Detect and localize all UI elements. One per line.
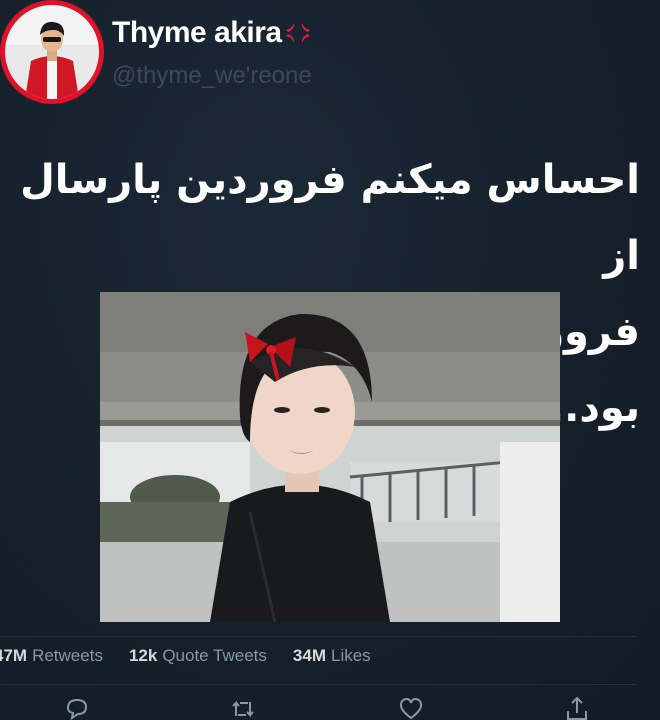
quote-tweets-count: 12k (128, 646, 158, 665)
tweet-card: Thyme akira @thyme_we'reone احساس میکنم … (0, 0, 660, 720)
quote-tweets-label: Quote Tweets (162, 646, 267, 665)
retweets-stat[interactable]: 47M Retweets (0, 646, 103, 666)
retweets-label: Retweets (32, 646, 103, 665)
avatar-image (5, 5, 99, 99)
tweet-actions-bar (0, 694, 660, 720)
anger-symbol-icon (284, 19, 312, 47)
display-name[interactable]: Thyme akira (112, 16, 312, 50)
likes-label: Likes (331, 646, 371, 665)
likes-stat[interactable]: 34M Likes (293, 646, 371, 666)
engagement-stats: 47M Retweets 12k Quote Tweets 34M Likes (0, 641, 397, 671)
divider (0, 684, 636, 685)
tweet-media-image[interactable] (100, 292, 560, 622)
divider (0, 636, 636, 637)
like-icon[interactable] (396, 694, 426, 720)
avatar[interactable] (0, 0, 104, 104)
user-handle[interactable]: @thyme_we'reone (112, 62, 312, 90)
likes-count: 34M (292, 646, 326, 665)
retweets-count: 47M (0, 646, 28, 665)
tweet-text-line-1: احساس میکنم فروردین پارسال از (20, 157, 640, 279)
quote-tweets-stat[interactable]: 12k Quote Tweets (129, 646, 267, 666)
retweet-icon[interactable] (228, 694, 258, 720)
share-icon[interactable] (562, 694, 592, 720)
display-name-text: Thyme akira (112, 16, 282, 49)
reply-icon[interactable] (62, 694, 92, 720)
